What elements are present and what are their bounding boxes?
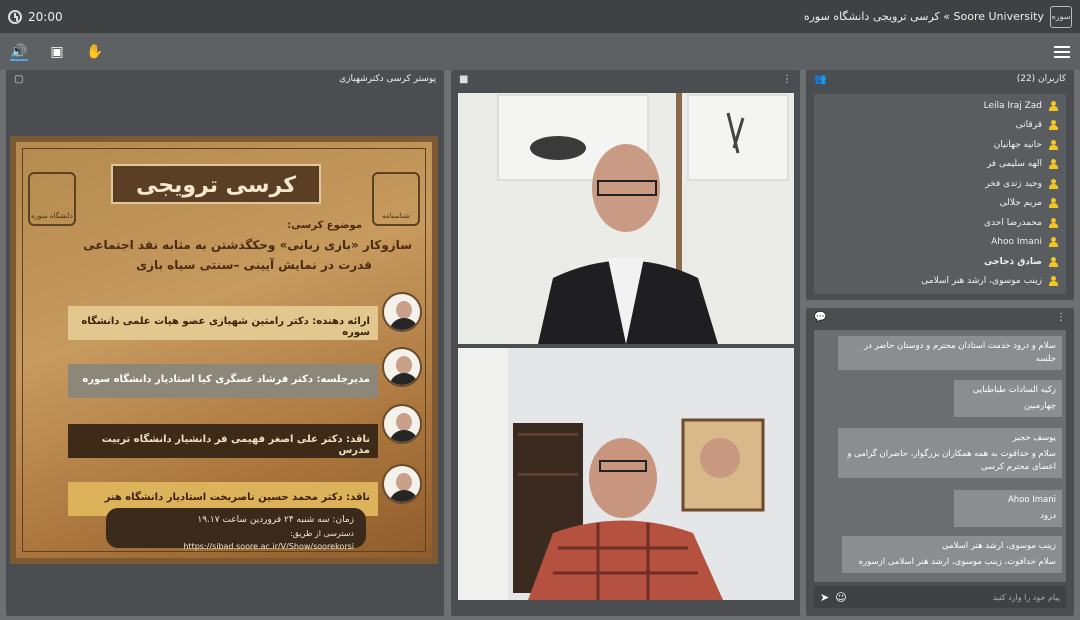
- user-icon: [1048, 100, 1058, 111]
- poster-moderator: مدیرجلسه: دکتر فرشاد عسگری کیا استادیار …: [68, 364, 378, 398]
- chat-message: Ahoo Imani درود: [954, 490, 1062, 527]
- presenter-photo: [382, 292, 422, 332]
- poster-image: شناسنامه دانشگاه سوره کرسی ترویجی موضوع …: [10, 136, 438, 564]
- user-item[interactable]: مریم جلالی: [822, 194, 1058, 214]
- chat-icon: 💬: [814, 311, 827, 323]
- chat-input-placeholder[interactable]: پیام خود را وارد کنید: [853, 593, 1060, 602]
- user-icon: [1048, 237, 1058, 248]
- critic-1-photo: [382, 404, 422, 444]
- more-options-icon[interactable]: ⋮: [1056, 312, 1066, 323]
- session-time: 20:00: [28, 9, 63, 24]
- video-stream-2[interactable]: [458, 348, 794, 600]
- user-icon: [1048, 276, 1058, 287]
- poster-topic-line2: قدرت در نمایش آیینی –سنتی سیاه بازی: [136, 258, 372, 272]
- user-item[interactable]: حانیه جهانیان: [822, 135, 1058, 155]
- user-item[interactable]: الهه سلیمی فر: [822, 155, 1058, 175]
- poster-panel: پوستر کرسی دکترشهبازی ▢ شناسنامه دانشگاه…: [6, 70, 444, 616]
- user-icon: [1048, 159, 1058, 170]
- university-logo: سوره: [1050, 5, 1072, 28]
- user-icon: [1048, 178, 1058, 189]
- speaker-icon[interactable]: 🔊: [10, 43, 28, 61]
- screen-share-icon[interactable]: ▣: [48, 43, 66, 61]
- chat-message: زینب موسوی، ارشد هنر اسلامی سلام خداقوت،…: [842, 536, 1062, 573]
- menu-icon[interactable]: [1054, 45, 1070, 58]
- user-item[interactable]: صادق ذجاجی: [822, 252, 1058, 272]
- critic-2-photo: [382, 464, 422, 504]
- send-icon[interactable]: ➤: [820, 591, 829, 604]
- video-frame-1: [458, 93, 794, 344]
- chat-message: سلام و درود خدمت استادان محترم و دوستان …: [838, 336, 1062, 370]
- poster-topic-label: موضوع کرسی:: [287, 220, 362, 231]
- users-panel-title: کاربران (22): [1016, 74, 1066, 84]
- video-frame-2: [458, 348, 794, 600]
- chat-messages: سلام و درود خدمت استادان محترم و دوستان …: [814, 330, 1066, 582]
- toolbar: 🔊 ▣ ✋: [0, 33, 1080, 70]
- user-icon: [1048, 217, 1058, 228]
- chat-panel: 💬 ⋮ سلام و درود خدمت استادان محترم و دوس…: [806, 308, 1074, 616]
- raise-hand-icon[interactable]: ✋: [86, 43, 104, 61]
- user-item[interactable]: زینب موسوی، ارشد هنر اسلامی: [822, 272, 1058, 292]
- user-icon: [1048, 120, 1058, 131]
- user-item[interactable]: وحید زندی فخر: [822, 174, 1058, 194]
- chat-message: یوسف خجیر سلام و خداقوت به همه همکاران ب…: [838, 428, 1062, 478]
- user-item[interactable]: محمدرضا احدی: [822, 213, 1058, 233]
- clock-icon: [8, 9, 22, 24]
- user-item[interactable]: Ahoo Imani: [822, 233, 1058, 253]
- emoji-icon[interactable]: ☺: [835, 591, 846, 604]
- moderator-photo: [382, 347, 422, 387]
- user-item[interactable]: Leila Iraj Zad: [822, 96, 1058, 116]
- users-icon: 👥: [814, 73, 827, 85]
- users-list: Leila Iraj Zad قرقانی حانیه جهانیان الهه…: [814, 94, 1066, 294]
- poster-logo-right: شناسنامه: [372, 172, 420, 226]
- session-timer: 20:00: [8, 9, 63, 24]
- poster-access: دسترسی از طریق: https://sibad.soore.ac.i…: [183, 529, 354, 551]
- breadcrumb-title: Soore University » کرسی ترویجی دانشگاه س…: [803, 10, 1044, 23]
- poster-topic-line1: سازوکار «بازی زبانی» وحکگذشتن به مثابه ن…: [83, 238, 412, 252]
- expand-icon[interactable]: ▢: [14, 74, 23, 85]
- user-icon: [1048, 198, 1058, 209]
- video-panel: ■ ⋮: [451, 70, 800, 616]
- user-item[interactable]: قرقانی: [822, 116, 1058, 136]
- video-icon: ■: [459, 73, 469, 85]
- user-icon: [1048, 256, 1058, 267]
- users-panel: کاربران (22) 👥 Leila Iraj Zad قرقانی حان…: [806, 70, 1074, 300]
- chat-input[interactable]: ➤ ☺ پیام خود را وارد کنید: [814, 586, 1066, 608]
- window-title: سوره Soore University » کرسی ترویجی دانش…: [803, 5, 1072, 28]
- poster-presenter: ارائه دهنده: دکتر رامتین شهبازی عضو هیات…: [68, 306, 378, 340]
- poster-banner: کرسی ترویجی: [111, 164, 321, 204]
- user-icon: [1048, 139, 1058, 150]
- poster-time: زمان: سه شنبه ۲۴ فروردین ساعت ۱۹.۱۷: [197, 515, 354, 525]
- poster-schedule: زمان: سه شنبه ۲۴ فروردین ساعت ۱۹.۱۷ دستر…: [106, 508, 366, 551]
- chat-message: زکیه السادات طباطبایی چهارمبین: [954, 380, 1062, 417]
- more-options-icon[interactable]: ⋮: [782, 74, 792, 85]
- top-bar: 20:00 سوره Soore University » کرسی ترویج…: [0, 0, 1080, 33]
- video-stream-1[interactable]: [458, 93, 794, 344]
- poster-panel-title: پوستر کرسی دکترشهبازی: [339, 74, 436, 84]
- poster-logo-left: دانشگاه سوره: [28, 172, 76, 226]
- poster-critic-1: ناقد: دکتر علی اصغر فهیمی فر دانشیار دان…: [68, 424, 378, 458]
